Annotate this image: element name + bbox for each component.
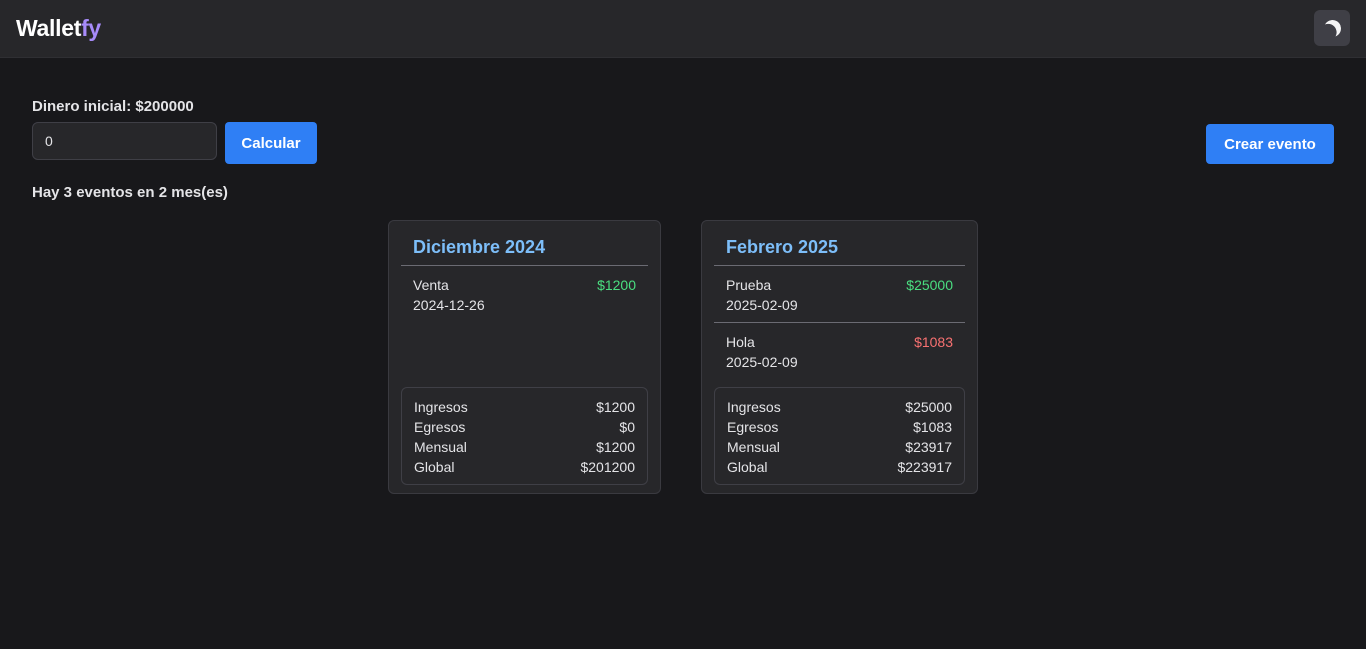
calculate-button[interactable]: Calcular bbox=[225, 122, 317, 164]
logo-accent: fy bbox=[81, 15, 101, 41]
totals-row-global: Global $201200 bbox=[414, 457, 635, 477]
totals-value: $0 bbox=[619, 419, 635, 435]
totals-value: $201200 bbox=[580, 459, 635, 475]
month-title: Diciembre 2024 bbox=[413, 237, 546, 257]
totals-label: Global bbox=[727, 459, 768, 475]
totals-value: $1200 bbox=[596, 399, 635, 415]
totals-value: $223917 bbox=[897, 459, 952, 475]
create-event-button[interactable]: Crear evento bbox=[1206, 124, 1334, 164]
totals-row-egresos: Egresos $1083 bbox=[727, 417, 952, 437]
totals-row-global: Global $223917 bbox=[727, 457, 952, 477]
event-amount: $1200 bbox=[597, 277, 636, 293]
month-title: Febrero 2025 bbox=[726, 237, 839, 257]
totals-row-mensual: Mensual $1200 bbox=[414, 437, 635, 457]
totals-value: $1200 bbox=[596, 439, 635, 455]
totals-value: $25000 bbox=[905, 399, 952, 415]
theme-toggle-button[interactable] bbox=[1314, 10, 1350, 46]
month-card: Febrero 2025 Prueba 2025-02-09 $25000 Ho… bbox=[701, 220, 978, 494]
event-amount: $25000 bbox=[906, 277, 953, 293]
totals-row-egresos: Egresos $0 bbox=[414, 417, 635, 437]
divider bbox=[714, 322, 965, 323]
totals-label: Mensual bbox=[414, 439, 467, 455]
event-date: 2025-02-09 bbox=[726, 354, 798, 370]
month-card: Diciembre 2024 Venta 2024-12-26 $1200 In… bbox=[388, 220, 661, 494]
totals-value: $1083 bbox=[913, 419, 952, 435]
event-item[interactable]: Venta 2024-12-26 $1200 bbox=[413, 275, 636, 315]
event-date: 2025-02-09 bbox=[726, 297, 798, 313]
logo-main: Wallet bbox=[16, 15, 82, 41]
totals-label: Egresos bbox=[727, 419, 779, 435]
totals-label: Egresos bbox=[414, 419, 466, 435]
navbar: Walletfy bbox=[0, 0, 1366, 58]
events-summary: Hay 3 eventos en 2 mes(es) bbox=[32, 184, 228, 201]
totals-label: Mensual bbox=[727, 439, 780, 455]
month-totals: Ingresos $1200 Egresos $0 Mensual $1200 … bbox=[401, 387, 648, 485]
event-item[interactable]: Prueba 2025-02-09 $25000 bbox=[726, 275, 953, 315]
totals-label: Ingresos bbox=[414, 399, 468, 415]
totals-row-ingresos: Ingresos $25000 bbox=[727, 397, 952, 417]
app-logo[interactable]: Walletfy bbox=[16, 15, 101, 42]
totals-row-mensual: Mensual $23917 bbox=[727, 437, 952, 457]
initial-money-label: Dinero inicial: $200000 bbox=[32, 98, 194, 115]
totals-value: $23917 bbox=[905, 439, 952, 455]
month-totals: Ingresos $25000 Egresos $1083 Mensual $2… bbox=[714, 387, 965, 485]
divider bbox=[401, 265, 648, 266]
event-item[interactable]: Hola 2025-02-09 $1083 bbox=[726, 332, 953, 372]
divider bbox=[714, 265, 965, 266]
totals-row-ingresos: Ingresos $1200 bbox=[414, 397, 635, 417]
amount-input[interactable] bbox=[32, 122, 217, 160]
totals-label: Ingresos bbox=[727, 399, 781, 415]
moon-icon bbox=[1322, 18, 1342, 38]
totals-label: Global bbox=[414, 459, 455, 475]
event-amount: $1083 bbox=[914, 334, 953, 350]
event-date: 2024-12-26 bbox=[413, 297, 485, 313]
